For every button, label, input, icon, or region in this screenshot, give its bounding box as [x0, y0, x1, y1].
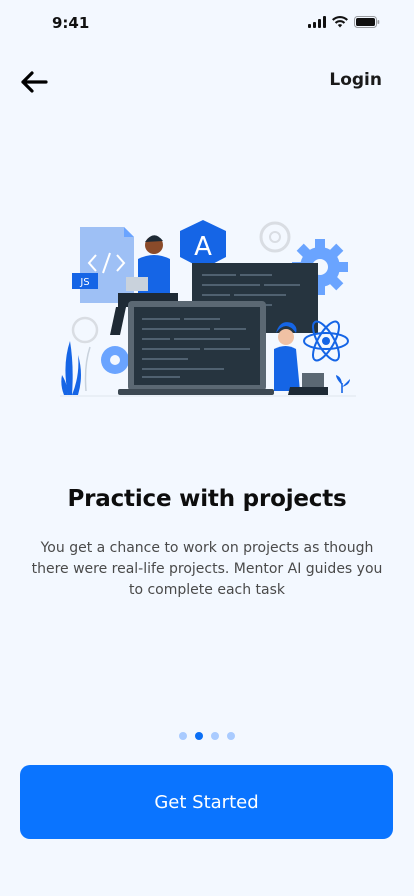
- login-link[interactable]: Login: [329, 70, 382, 90]
- page-dot-4[interactable]: [227, 732, 235, 740]
- sprout-decoration: [336, 375, 350, 393]
- signal-icon: [308, 16, 326, 28]
- status-bar: 9:41: [0, 0, 414, 44]
- wifi-icon: [332, 16, 348, 28]
- status-icons: [308, 16, 380, 28]
- back-button[interactable]: [18, 66, 50, 98]
- svg-text:A: A: [194, 232, 212, 262]
- page-dot-3[interactable]: [211, 732, 219, 740]
- svg-text:JS: JS: [79, 277, 89, 288]
- code-document: JS: [72, 227, 134, 303]
- gear-icon: [101, 346, 129, 374]
- status-time: 9:41: [52, 14, 90, 32]
- arrow-left-icon: [21, 71, 48, 93]
- onboarding-illustration: JS A: [60, 220, 356, 397]
- page-dot-2[interactable]: [195, 732, 203, 740]
- laptop: [118, 301, 274, 395]
- top-bar: Login: [0, 62, 414, 102]
- gear-icon: [71, 316, 99, 344]
- plant-decoration: [61, 341, 91, 395]
- page-indicator: [0, 732, 414, 740]
- gear-icon: [259, 221, 291, 253]
- page-dot-1[interactable]: [179, 732, 187, 740]
- page-title: Practice with projects: [67, 486, 347, 512]
- angular-logo: A: [180, 220, 226, 269]
- battery-icon: [354, 16, 380, 28]
- page-description: You get a chance to work on projects as …: [31, 540, 383, 598]
- get-started-button[interactable]: Get Started: [20, 765, 393, 839]
